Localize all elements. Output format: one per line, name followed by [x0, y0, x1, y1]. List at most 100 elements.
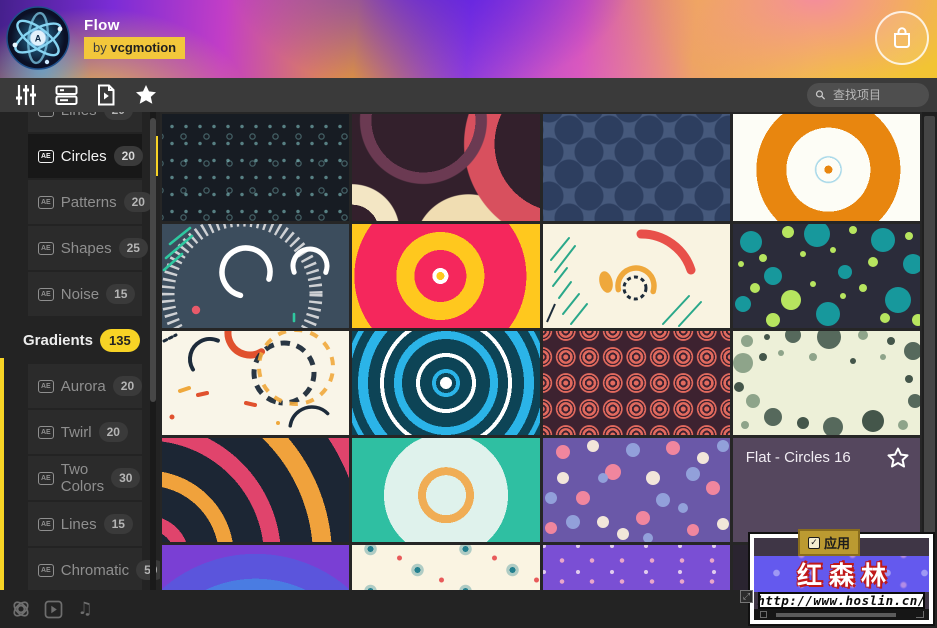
ae-file-icon: AE [38, 287, 54, 301]
count-badge: 20 [112, 376, 143, 396]
list-view-button[interactable] [53, 82, 79, 108]
app-title: Flow [84, 17, 120, 34]
watermark-url-bar: http://www.hoslin.cn/ [757, 592, 926, 609]
sidebar-item-label: Chromatic [60, 561, 130, 579]
thumbnail-tile-dotted-columns[interactable] [162, 114, 350, 221]
sidebar-item-patterns[interactable]: AE Patterns 20 [28, 180, 153, 224]
search-box [807, 83, 929, 107]
music-note-icon: ♫ [77, 598, 93, 619]
orbit-icon [13, 601, 29, 617]
render-orbit-button[interactable] [10, 598, 32, 620]
thumbnail-tile-mint-circles[interactable] [352, 438, 540, 542]
ae-file-icon: AE [38, 379, 54, 393]
thumbnail-tile-red-yellow-target[interactable] [352, 224, 540, 328]
thumbnail-tile-gradient-arcs[interactable] [162, 545, 350, 590]
ae-file-icon: AE [38, 149, 54, 163]
thumbnail-tile-cyan-rings[interactable] [352, 331, 540, 435]
watermark-footer-strip [754, 609, 929, 620]
thumbnail-grid: Flat - Circles 16 [160, 112, 922, 590]
sliders-icon [16, 85, 36, 105]
count-badge: 15 [106, 284, 136, 304]
project-file-button[interactable] [93, 82, 119, 108]
tile-art [162, 331, 336, 435]
flow-app-window: A Flow by vcgmotion 查找项目 AE Circles 20 A… [0, 0, 937, 628]
count-badge: 25 [118, 238, 148, 258]
star-icon [136, 85, 156, 104]
hover-card-title: Flat - Circles 16 [745, 449, 851, 466]
count-badge: 20 [103, 112, 133, 120]
flow-logo-icon: A [6, 6, 70, 70]
sidebar-item-lines-2[interactable]: AE Lines 15 [28, 502, 142, 546]
sidebar-item-label: Lines [60, 515, 97, 533]
sidebar-item-aurora[interactable]: AE Aurora 20 [28, 364, 143, 408]
thumbnail-tile-corner-arcs[interactable] [162, 438, 350, 542]
sidebar-item-label: Aurora [60, 377, 106, 395]
count-badge: 30 [111, 468, 141, 488]
expand-icon: ⤢ [740, 590, 753, 603]
sidebar-item-chromatic[interactable]: AE Chromatic 50 [28, 548, 160, 590]
count-badge: 20 [98, 422, 128, 442]
thumbnail-tile-tiny-dots[interactable] [542, 545, 730, 590]
sidebar-item-lines[interactable]: AE Lines 20 [28, 112, 142, 132]
ae-file-icon: AE [38, 563, 54, 577]
thumbnail-tile-target-grid[interactable] [542, 331, 730, 435]
ae-file-icon: AE [38, 425, 54, 439]
tile-art [732, 331, 920, 435]
sidebar-group-gradients[interactable]: Gradients 135 [6, 318, 142, 362]
watermark-brand-text: 红森林 [796, 562, 893, 590]
thumbnail-tile-large-rings[interactable] [352, 114, 540, 221]
sidebar-item-twirl[interactable]: AE Twirl 20 [28, 410, 142, 454]
thumbnail-tile-flower-dots[interactable] [352, 545, 540, 590]
apply-button-label: 应用 [823, 536, 850, 551]
tile-art [734, 224, 920, 327]
byline-prefix: by [93, 40, 107, 55]
sidebar-group-label: Gradients [23, 331, 94, 349]
thumbnail-tile-orange-target[interactable] [732, 114, 920, 221]
toolbar [0, 78, 937, 112]
sidebar-item-label: Twirl [60, 423, 92, 441]
sidebar-item-noise[interactable]: AE Noise 15 [28, 272, 142, 316]
sidebar-item-two-colors[interactable]: AE Two Colors 30 [28, 456, 142, 500]
sidebar-item-label: Noise [60, 285, 100, 303]
sidebar-scrollbar-thumb[interactable] [150, 118, 156, 402]
category-list: AE Lines 20 AE Circles 20 AE Patterns 20… [0, 112, 160, 590]
thumbnail-tile-hover-card[interactable]: Flat - Circles 16 [732, 438, 920, 542]
sidebar-item-label: Lines [61, 112, 97, 119]
filters-button[interactable] [13, 82, 39, 108]
file-play-icon [98, 84, 115, 106]
watermark-url-text: http://www.hoslin.cn/ [757, 593, 926, 608]
tile-art [545, 229, 702, 327]
favorites-button[interactable] [133, 82, 159, 108]
thumbnail-tile-polka-grid[interactable] [542, 114, 730, 221]
byline-badge: by vcgmotion [84, 37, 186, 59]
sidebar-scrollbar [150, 112, 156, 590]
sidebar-item-shapes[interactable]: AE Shapes 25 [28, 226, 148, 270]
star-outline-icon [887, 447, 909, 468]
ae-file-icon: AE [38, 517, 54, 531]
count-badge: 50 [136, 560, 160, 580]
header-gradient-banner: A Flow by vcgmotion [0, 0, 937, 78]
sidebar-item-circles[interactable]: AE Circles 20 [28, 134, 158, 178]
thumbnail-tile-purple-polka[interactable] [542, 438, 730, 542]
store-bag-button[interactable] [875, 11, 929, 65]
thumbnail-tile-sage-dots[interactable] [732, 331, 920, 435]
grid-scrollbar-thumb[interactable] [924, 116, 935, 554]
apply-button[interactable]: ✓ 应用 [798, 529, 860, 556]
thumbnail-tile-sketch-arcs[interactable] [162, 224, 350, 328]
thumbnail-tile-teal-lime-dots[interactable] [732, 224, 920, 328]
search-input[interactable] [831, 87, 921, 103]
count-badge: 15 [103, 514, 133, 534]
sidebar-item-label: Circles [60, 147, 107, 165]
ae-file-icon: AE [38, 195, 54, 209]
category-sidebar: AE Lines 20 AE Circles 20 AE Patterns 20… [0, 112, 160, 590]
thumbnail-tile-cream-arcs[interactable] [542, 224, 730, 328]
thumbnail-tile-scattered-arcs[interactable] [162, 331, 350, 435]
audio-toggle-button[interactable]: ♫ [74, 598, 96, 620]
preview-play-button[interactable] [42, 598, 64, 620]
byline-brand: vcgmotion [110, 40, 177, 55]
favorite-star-button[interactable] [886, 446, 910, 470]
ae-file-icon: AE [38, 471, 54, 485]
count-badge-yellow: 135 [100, 328, 140, 352]
ae-file-icon: AE [38, 241, 54, 255]
corner-bracket-icon [916, 611, 924, 618]
